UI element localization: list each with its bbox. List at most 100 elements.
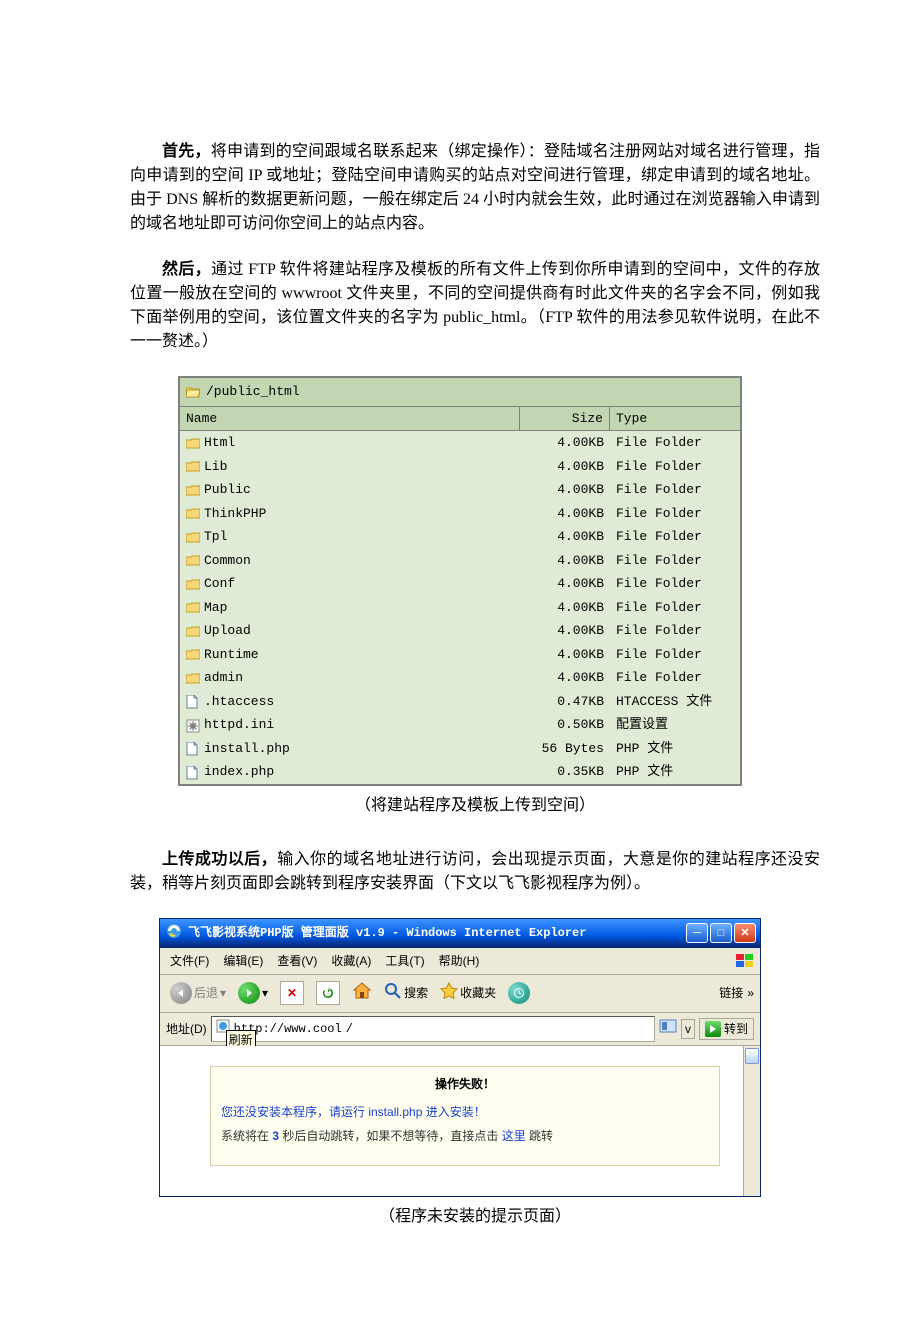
ie-titlebar: 飞飞影视系统PHP版 管理面版 v1.9 - Windows Internet … <box>160 919 760 948</box>
folder-icon <box>186 672 200 684</box>
address-label: 地址(D) <box>166 1020 207 1038</box>
ie-addressbar: 地址(D) http://www.cool刷新 / v 转到 <box>160 1013 760 1046</box>
folder-icon <box>186 601 200 613</box>
ftp-row: Runtime4.00KBFile Folder <box>180 643 740 667</box>
ie-content-area: 操作失败！ 您还没安装本程序，请运行 install.php 进入安装！ 系统将… <box>160 1046 760 1196</box>
file-size: 56 Bytes <box>520 738 610 760</box>
file-type: File Folder <box>610 503 740 525</box>
file-size: 4.00KB <box>520 667 610 689</box>
maximize-button[interactable]: □ <box>710 923 732 943</box>
menu-help[interactable]: 帮助(H) <box>433 950 486 972</box>
file-type: PHP 文件 <box>610 761 740 783</box>
file-type: File Folder <box>610 479 740 501</box>
folder-icon <box>186 437 200 449</box>
file-type: HTACCESS 文件 <box>610 691 740 713</box>
home-icon <box>352 981 372 1006</box>
ftp-row: admin4.00KBFile Folder <box>180 666 740 690</box>
file-name: Lib <box>204 457 227 477</box>
file-icon <box>186 766 200 778</box>
close-button[interactable]: ✕ <box>734 923 756 943</box>
window-buttons: ─ □ ✕ <box>686 923 756 943</box>
ftp-columns-header: Name Size Type <box>180 407 740 432</box>
file-type: File Folder <box>610 550 740 572</box>
file-name: admin <box>204 668 243 688</box>
file-size: 4.00KB <box>520 597 610 619</box>
para2-body: 通过 FTP 软件将建站程序及模板的所有文件上传到你所申请到的空间中，文件的存放… <box>130 261 820 350</box>
folder-icon <box>186 460 200 472</box>
msg-link-here[interactable]: 这里 <box>502 1129 526 1143</box>
menu-view[interactable]: 查看(V) <box>271 950 323 972</box>
paragraph-2: 然后，通过 FTP 软件将建站程序及模板的所有文件上传到你所申请到的空间中，文件… <box>0 258 920 354</box>
file-size: 0.35KB <box>520 761 610 783</box>
refresh-icon <box>316 981 340 1005</box>
msg-line-1: 您还没安装本程序，请运行 install.php 进入安装！ <box>221 1103 709 1121</box>
go-button[interactable]: 转到 <box>699 1018 754 1040</box>
history-icon <box>508 982 530 1004</box>
folder-icon <box>186 625 200 637</box>
stop-icon: ✕ <box>280 981 304 1005</box>
file-name: httpd.ini <box>204 715 274 735</box>
file-type: File Folder <box>610 526 740 548</box>
msg-header: 操作失败！ <box>221 1075 709 1093</box>
para3-lead: 上传成功以后， <box>162 851 277 868</box>
addr-dropdown[interactable]: v <box>681 1019 695 1039</box>
ftp-row: Common 4.00KBFile Folder <box>180 549 740 573</box>
folder-open-icon <box>186 386 200 398</box>
history-button[interactable] <box>504 980 534 1006</box>
ftp-row: Html4.00KBFile Folder <box>180 431 740 455</box>
file-name: Public <box>204 480 251 500</box>
ftp-row: Lib4.00KBFile Folder <box>180 455 740 479</box>
file-icon <box>186 742 200 754</box>
ftp-row: Upload4.00KBFile Folder <box>180 619 740 643</box>
forward-button[interactable]: ▾ <box>234 980 272 1006</box>
address-input[interactable]: http://www.cool刷新 / <box>211 1016 655 1042</box>
file-name: Map <box>204 598 227 618</box>
file-size: 0.50KB <box>520 714 610 736</box>
forward-icon <box>238 982 260 1004</box>
refresh-button[interactable] <box>312 979 344 1007</box>
file-size: 4.00KB <box>520 432 610 454</box>
paragraph-1: 首先，将申请到的空间跟域名联系起来（绑定操作）：登陆域名注册网站对域名进行管理，… <box>0 140 920 236</box>
file-type: File Folder <box>610 432 740 454</box>
links-label[interactable]: 链接 <box>719 984 743 1002</box>
back-icon <box>170 982 192 1004</box>
go-arrow-icon <box>705 1021 721 1037</box>
file-size: 4.00KB <box>520 526 610 548</box>
menu-favorites[interactable]: 收藏(A) <box>325 950 377 972</box>
col-size: Size <box>520 407 610 431</box>
favorites-button[interactable]: 收藏夹 <box>436 980 500 1007</box>
folder-icon <box>186 648 200 660</box>
ftp-rows: Html4.00KBFile FolderLib4.00KBFile Folde… <box>180 431 740 784</box>
file-size: 4.00KB <box>520 620 610 642</box>
stop-button[interactable]: ✕ <box>276 979 308 1007</box>
search-button[interactable]: 搜索 <box>380 980 432 1007</box>
document-page: 首先，将申请到的空间跟域名联系起来（绑定操作）：登陆域名注册网站对域名进行管理，… <box>0 0 920 1318</box>
ie-title-text: 飞飞影视系统PHP版 管理面版 v1.9 - Windows Internet … <box>188 924 680 942</box>
scrollbar[interactable] <box>743 1046 760 1196</box>
file-name: Upload <box>204 621 251 641</box>
file-type: File Folder <box>610 573 740 595</box>
folder-icon <box>186 531 200 543</box>
compat-icon[interactable] <box>659 1018 677 1039</box>
ie-menubar: 文件(F) 编辑(E) 查看(V) 收藏(A) 工具(T) 帮助(H) <box>160 948 760 975</box>
minimize-button[interactable]: ─ <box>686 923 708 943</box>
message-box: 操作失败！ 您还没安装本程序，请运行 install.php 进入安装！ 系统将… <box>210 1066 720 1166</box>
file-size: 4.00KB <box>520 479 610 501</box>
back-button[interactable]: 后退 ▾ <box>166 980 230 1006</box>
ftp-row: Tpl4.00KBFile Folder <box>180 525 740 549</box>
chevron-icon: » <box>747 984 754 1002</box>
menu-file[interactable]: 文件(F) <box>164 950 215 972</box>
menu-edit[interactable]: 编辑(E) <box>217 950 269 972</box>
ftp-row: Map4.00KBFile Folder <box>180 596 740 620</box>
menu-tools[interactable]: 工具(T) <box>379 950 430 972</box>
home-button[interactable] <box>348 979 376 1008</box>
folder-icon <box>186 507 200 519</box>
file-name: ThinkPHP <box>204 504 266 524</box>
file-type: 配置设置 <box>610 714 740 736</box>
search-icon <box>384 982 402 1005</box>
ftp-row: ThinkPHP4.00KBFile Folder <box>180 502 740 526</box>
file-size: 4.00KB <box>520 550 610 572</box>
para2-lead: 然后， <box>162 261 211 278</box>
ftp-row: httpd.ini 0.50KB配置设置 <box>180 713 740 737</box>
file-name: Common <box>204 551 251 571</box>
